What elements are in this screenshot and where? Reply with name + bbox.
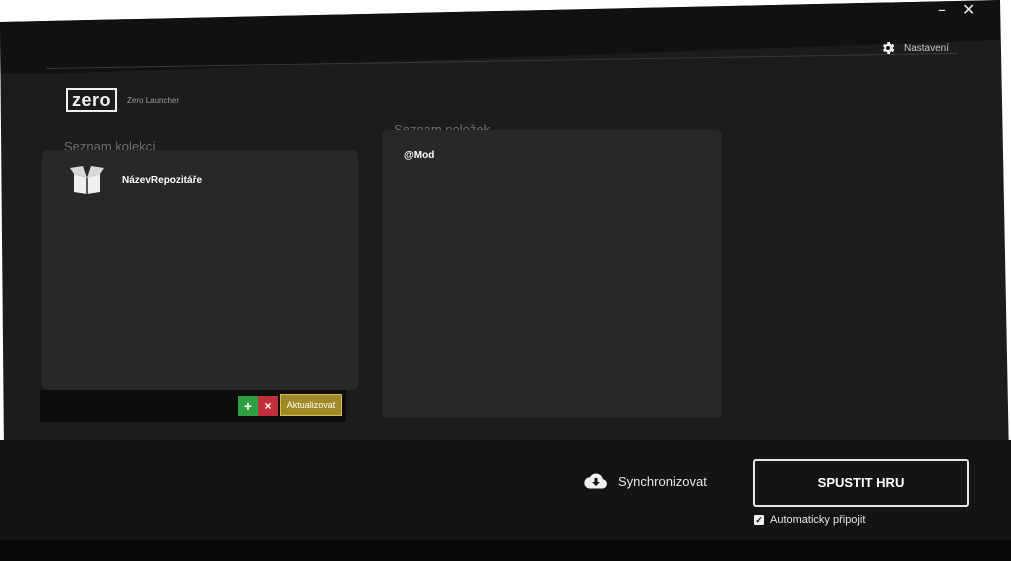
remove-collection-button[interactable]: × (258, 396, 278, 416)
logo-mark: zero (66, 88, 118, 112)
auto-connect-option[interactable]: ✓ Automaticky připojit (754, 514, 865, 526)
open-box-icon (70, 166, 104, 194)
title-bar (0, 0, 1000, 74)
close-button[interactable]: ✕ (962, 0, 975, 19)
cloud-download-icon (584, 473, 607, 489)
mod-list-item[interactable]: @Mod (404, 150, 434, 161)
footer-strip (0, 540, 1011, 561)
play-button[interactable]: SPUSTIT HRU (753, 459, 969, 507)
items-panel (382, 130, 722, 418)
minimize-button[interactable]: – (938, 0, 946, 19)
sync-label: Synchronizovat (618, 473, 707, 489)
app-logo: zero Zero Launcher (66, 88, 179, 112)
add-collection-button[interactable]: + (238, 396, 258, 416)
sync-button[interactable]: Synchronizovat (584, 472, 707, 490)
update-button[interactable]: Aktualizovat (280, 394, 342, 416)
auto-connect-checkbox[interactable]: ✓ (754, 515, 764, 525)
auto-connect-label: Automaticky připojit (770, 514, 866, 526)
logo-subtitle: Zero Launcher (127, 95, 180, 105)
settings-label: Nastavení (904, 42, 950, 54)
collection-item-name: NázevRepozitáře (122, 174, 203, 186)
collection-item[interactable]: NázevRepozitáře (70, 166, 202, 194)
